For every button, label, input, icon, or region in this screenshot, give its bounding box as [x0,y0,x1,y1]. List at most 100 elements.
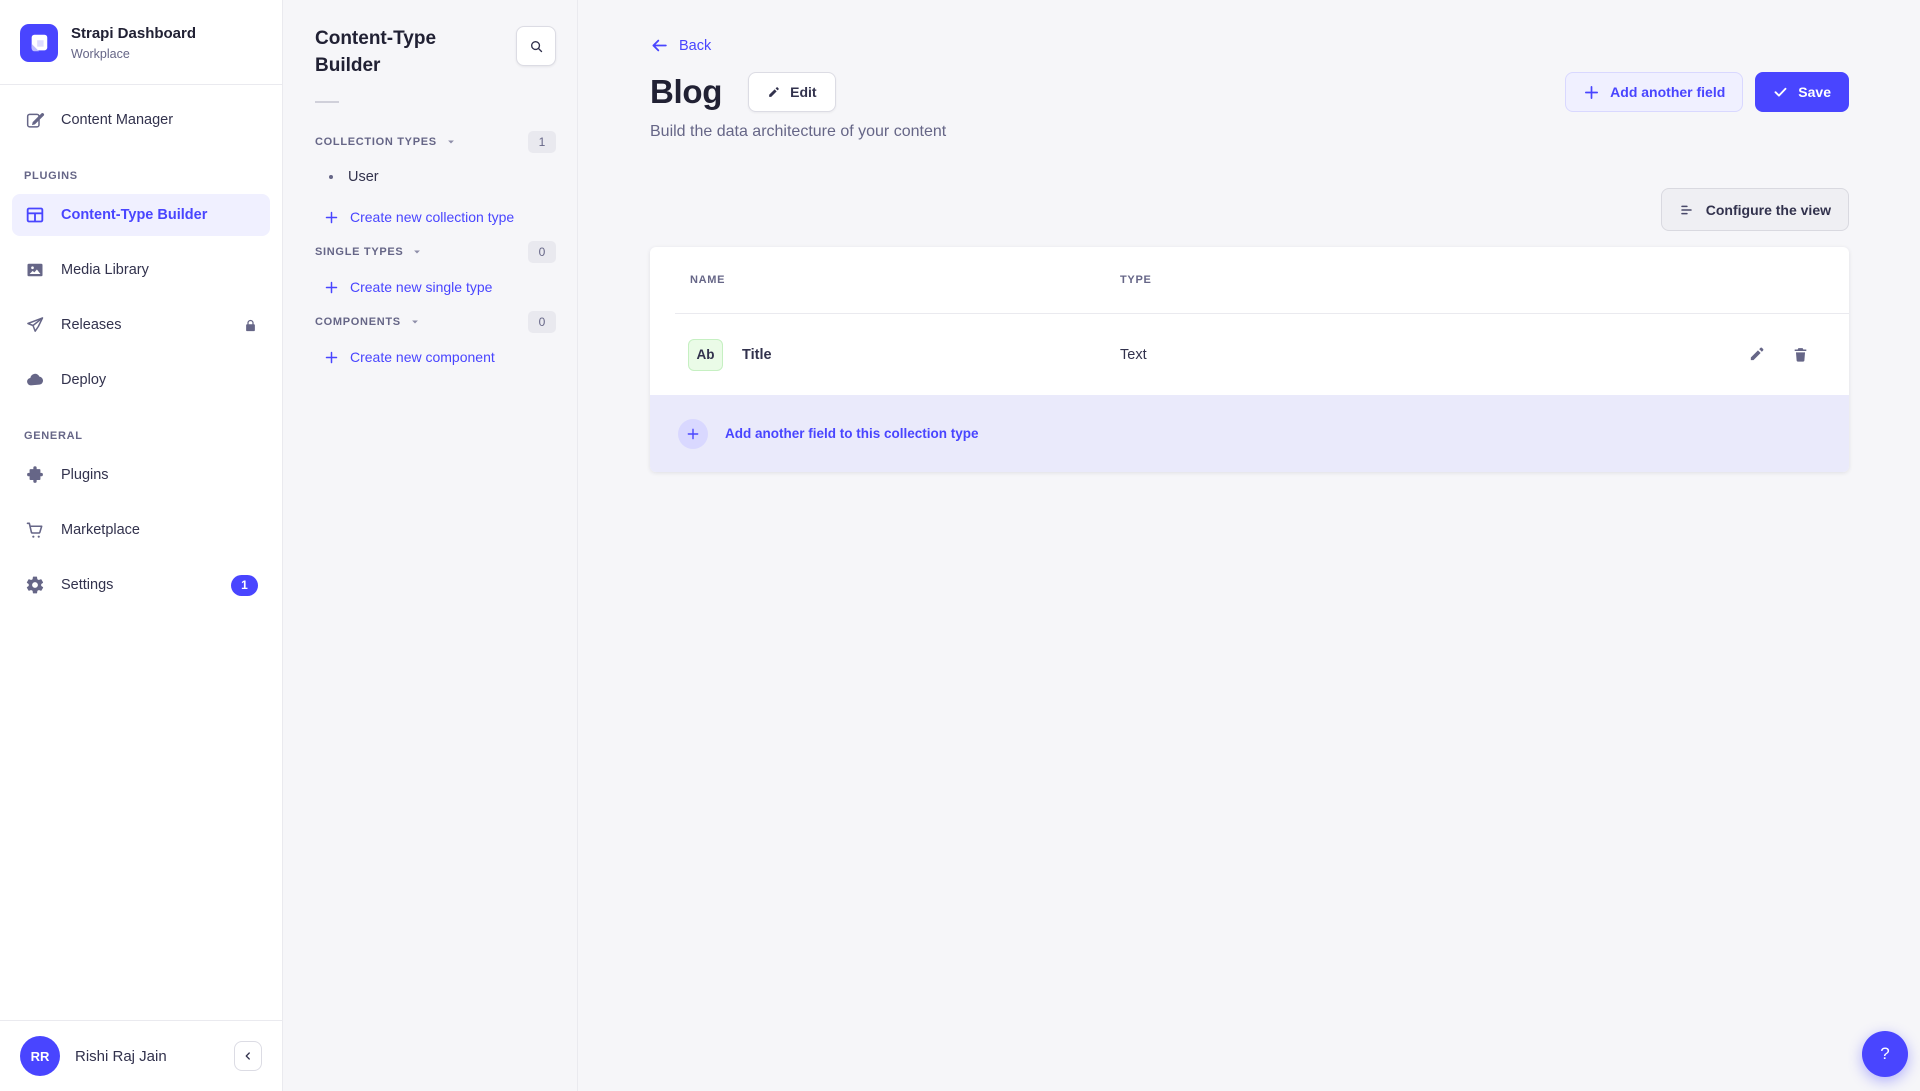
check-icon [1773,85,1788,100]
create-link-label: Create new component [350,349,495,365]
bullet-dot-icon [329,175,333,179]
workspace-name: Workplace [71,47,196,61]
collection-type-item-user[interactable]: User [315,157,556,197]
collection-type-label: User [348,169,379,185]
section-label: COLLECTION TYPES [315,136,437,148]
chevron-down-icon[interactable] [412,247,422,257]
pencil-icon [767,86,780,99]
cart-icon [24,519,46,541]
feather-pen-icon [24,109,46,131]
page-subtitle: Build the data architecture of your cont… [650,123,1849,141]
layout-grid-icon [24,204,46,226]
back-label: Back [679,38,711,54]
back-link[interactable]: Back [650,36,711,55]
page-title: Blog [650,73,722,111]
search-button[interactable] [516,26,556,66]
section-count-badge: 0 [528,241,556,263]
add-field-to-collection-label: Add another field to this collection typ… [725,426,979,441]
sidebar-item-label: Content-Type Builder [61,207,207,223]
column-header-name: NAME [690,274,1120,286]
sidebar-item-content-manager[interactable]: Content Manager [12,99,270,141]
plus-icon [324,210,339,225]
configure-the-view-button[interactable]: Configure the view [1661,188,1849,231]
sidebar-item-deploy[interactable]: Deploy [12,359,270,401]
sidebar-item-content-type-builder[interactable]: Content-Type Builder [12,194,270,236]
strapi-logo-icon [20,24,58,62]
subnav-header: Content-Type Builder [315,26,556,79]
chevron-down-icon[interactable] [446,137,456,147]
layout-bars-icon [1679,203,1694,217]
delete-field-button[interactable] [1792,346,1809,363]
page-header-row: Blog Edit Add another field Save [650,72,1849,112]
field-name: Title [742,347,772,363]
table-row: Ab Title Text [650,314,1849,395]
plus-circle-icon [678,419,708,449]
header-actions: Add another field Save [1565,72,1849,112]
sidebar-item-label: Plugins [61,467,109,483]
collapse-sidebar-button[interactable] [234,1041,262,1071]
sidebar-nav: Content Manager PLUGINS Content-Type Bui… [0,85,282,619]
sidebar-heading-plugins: PLUGINS [12,154,270,194]
save-button[interactable]: Save [1755,72,1849,112]
section-single-types: SINGLE TYPES 0 [315,237,556,267]
plus-icon [324,350,339,365]
settings-notification-badge: 1 [231,575,258,596]
app-title: Strapi Dashboard [71,25,196,44]
user-name: Rishi Raj Jain [75,1048,167,1065]
create-new-collection-type-link[interactable]: Create new collection type [315,197,556,237]
create-new-single-type-link[interactable]: Create new single type [315,267,556,307]
sidebar-item-label: Content Manager [61,112,173,128]
pencil-icon [1748,346,1765,363]
field-name-cell: Ab Title [688,339,1120,371]
sidebar-item-label: Deploy [61,372,106,388]
add-another-field-button[interactable]: Add another field [1565,72,1743,112]
field-type-cell: Text [1120,347,1748,363]
puzzle-icon [24,464,46,486]
gear-icon [24,574,46,596]
edit-button-label: Edit [790,84,816,100]
subnav-title: Content-Type Builder [315,26,475,79]
save-button-label: Save [1798,84,1831,100]
column-header-type: TYPE [1120,274,1809,286]
workspace-brand-text: Strapi Dashboard Workplace [71,25,196,61]
plus-icon [1583,84,1600,101]
image-icon [24,259,46,281]
table-header-row: NAME TYPE [650,247,1849,313]
trash-icon [1792,346,1809,363]
fields-table-card: NAME TYPE Ab Title Text [650,247,1849,472]
section-label: COMPONENTS [315,316,401,328]
lock-icon [243,318,258,333]
create-new-component-link[interactable]: Create new component [315,337,556,377]
section-count-badge: 0 [528,311,556,333]
main-content: Back Blog Edit Add another field [578,0,1920,1091]
sidebar-item-marketplace[interactable]: Marketplace [12,509,270,551]
workspace-brand[interactable]: Strapi Dashboard Workplace [0,0,282,85]
cloud-icon [24,369,46,391]
sidebar-item-label: Media Library [61,262,149,278]
configure-row: Configure the view [650,188,1849,231]
help-button[interactable]: ? [1862,1031,1908,1077]
edit-button[interactable]: Edit [748,72,835,112]
section-count-badge: 1 [528,131,556,153]
section-label: SINGLE TYPES [315,246,403,258]
add-field-to-collection-row[interactable]: Add another field to this collection typ… [650,395,1849,472]
avatar[interactable]: RR [20,1036,60,1076]
sidebar-item-releases[interactable]: Releases [12,304,270,346]
paper-plane-icon [24,314,46,336]
sidebar-heading-general: GENERAL [12,414,270,454]
create-link-label: Create new collection type [350,209,514,225]
configure-the-view-label: Configure the view [1706,202,1831,218]
main-sidebar: Strapi Dashboard Workplace Content Manag… [0,0,283,1091]
sidebar-item-settings[interactable]: Settings 1 [12,564,270,606]
content-type-builder-subnav: Content-Type Builder COLLECTION TYPES 1 … [283,0,578,1091]
sidebar-item-plugins[interactable]: Plugins [12,454,270,496]
edit-field-button[interactable] [1748,346,1765,363]
chevron-down-icon[interactable] [410,317,420,327]
sidebar-item-media-library[interactable]: Media Library [12,249,270,291]
arrow-left-icon [650,36,669,55]
text-field-type-icon: Ab [688,339,723,371]
sidebar-user-footer: RR Rishi Raj Jain [0,1020,282,1091]
plus-icon [324,280,339,295]
badge-count: 1 [231,575,258,596]
section-collection-types: COLLECTION TYPES 1 [315,127,556,157]
